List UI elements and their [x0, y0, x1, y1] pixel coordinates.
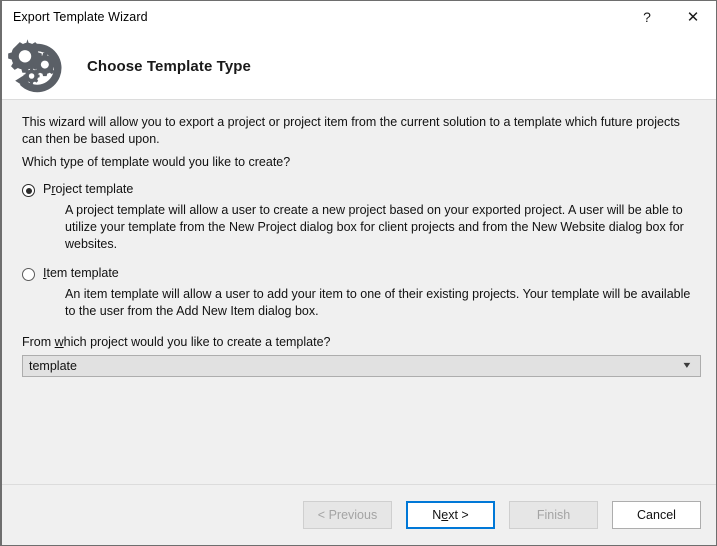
- finish-button[interactable]: Finish: [509, 501, 598, 529]
- radio-indicator-project-template[interactable]: [22, 184, 35, 197]
- window-controls: ? ✕: [624, 1, 716, 33]
- label-prefix: N: [432, 508, 442, 522]
- export-template-wizard-dialog: Export Template Wizard ? ✕ Choose Templa…: [0, 0, 717, 546]
- label-mnemonic: w: [54, 335, 64, 349]
- title-bar: Export Template Wizard ? ✕: [2, 1, 716, 33]
- export-gears-icon: [8, 35, 66, 93]
- label-suffix: tem template: [46, 266, 119, 280]
- close-button[interactable]: ✕: [670, 1, 716, 33]
- radio-label-project-template: Project template: [43, 182, 133, 197]
- intro-text: This wizard will allow you to export a p…: [22, 115, 680, 146]
- close-icon: ✕: [686, 8, 700, 26]
- dialog-header: Choose Template Type: [2, 33, 716, 100]
- radio-option-project-template[interactable]: Project template: [22, 182, 698, 197]
- label-prefix: From: [22, 335, 55, 349]
- help-icon: ?: [643, 9, 651, 25]
- dialog-body: This wizard will allow you to export a p…: [2, 100, 716, 484]
- page-title: Choose Template Type: [87, 57, 251, 75]
- label-suffix: xt >: [448, 508, 469, 522]
- label-suffix: hich project would you like to create a …: [63, 335, 331, 349]
- previous-button[interactable]: < Previous: [303, 501, 392, 529]
- radio-description-project-template: A project template will allow a user to …: [65, 203, 684, 251]
- help-button[interactable]: ?: [624, 1, 670, 33]
- radio-indicator-item-template[interactable]: [22, 268, 35, 281]
- next-button[interactable]: Ne xt >: [406, 501, 495, 529]
- label-mnemonic: e: [441, 508, 449, 522]
- project-select-value: template: [29, 359, 77, 373]
- project-select-label: From which project would you like to cre…: [22, 335, 698, 349]
- window-title: Export Template Wizard: [13, 10, 148, 24]
- question-text: Which type of template would you like to…: [22, 155, 291, 169]
- dialog-footer: < Previous Ne xt > Finish Cancel: [2, 484, 716, 545]
- chevron-down-icon: ▾: [683, 360, 691, 371]
- radio-option-item-template[interactable]: Item template: [22, 266, 698, 281]
- project-select[interactable]: template ▾: [22, 355, 701, 377]
- label-suffix: oject template: [55, 182, 134, 196]
- radio-description-item-template: An item template will allow a user to ad…: [65, 287, 691, 318]
- radio-label-item-template: Item template: [43, 266, 119, 281]
- cancel-button[interactable]: Cancel: [612, 501, 701, 529]
